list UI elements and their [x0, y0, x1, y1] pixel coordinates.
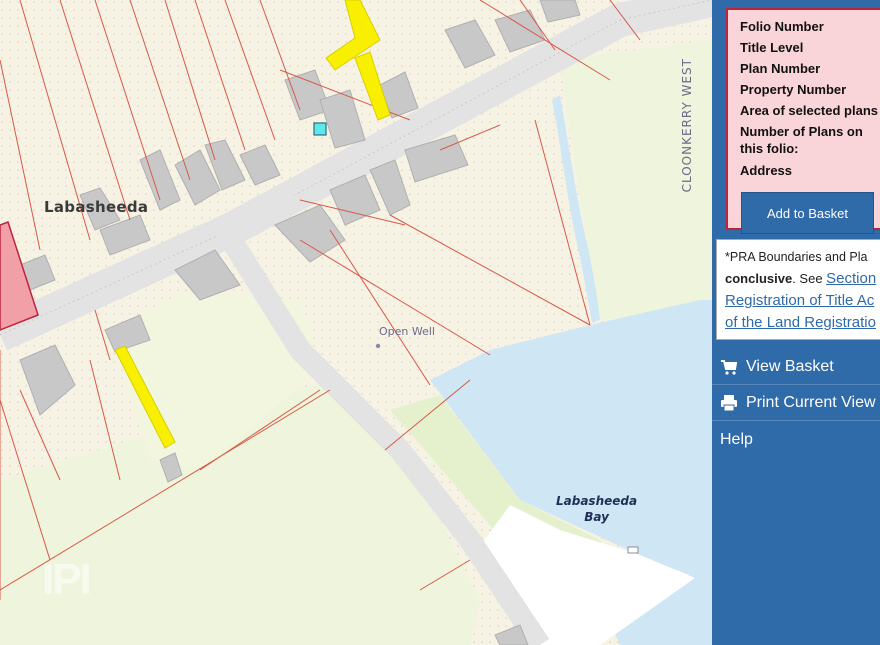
num-plans-label-line2: this folio: [740, 141, 799, 156]
help-label: Help [720, 431, 753, 448]
help-link[interactable]: Help [712, 422, 880, 458]
property-number-label: Property Number [740, 82, 847, 97]
num-plans-label-line1: Number of Plans on [740, 124, 863, 139]
address-label: Address [740, 163, 793, 178]
pier-marker [627, 546, 639, 554]
section-link[interactable]: Section [826, 270, 876, 287]
print-current-view-button[interactable]: Print Current View [712, 385, 880, 421]
cart-icon [721, 359, 738, 375]
view-basket-label: View Basket [746, 357, 834, 375]
townland-label: CLOONKERRY WEST [680, 58, 694, 193]
notice-line2: conclusive. See Section [725, 268, 880, 290]
registration-link[interactable]: Registration of Title Ac [725, 290, 880, 312]
watermark-logo: IPI [42, 555, 92, 604]
print-current-view-label: Print Current View [746, 393, 876, 411]
map-view[interactable]: Labasheeda Open Well Labasheeda Bay CLOO… [0, 0, 712, 645]
view-basket-button[interactable]: View Basket [712, 349, 880, 385]
notice-bold-text: conclusive [725, 271, 793, 286]
folio-info-box: Folio Number C Title Level F Plan Number… [726, 8, 880, 234]
printer-icon [721, 394, 737, 411]
map-canvas[interactable] [0, 0, 712, 645]
side-panel: Folio Number C Title Level F Plan Number… [712, 0, 880, 645]
title-level-label: Title Level [740, 40, 804, 55]
bay-label-line1: Labasheeda [556, 494, 638, 508]
well-point [375, 343, 381, 349]
disclaimer-notice: *PRA Boundaries and Pla conclusive. See … [716, 239, 880, 340]
bay-label-line2: Bay [584, 510, 609, 524]
town-label: Labasheeda [44, 198, 149, 216]
area-label: Area of selected plans [740, 103, 878, 118]
location-marker[interactable] [313, 122, 327, 136]
notice-see-text: . See [792, 271, 827, 286]
bay-label: Labasheeda Bay [556, 493, 637, 525]
plan-number-label: Plan Number [740, 61, 821, 76]
notice-line1: *PRA Boundaries and Pla [725, 250, 868, 264]
add-to-basket-button[interactable]: Add to Basket [741, 192, 874, 234]
folio-number-label: Folio Number [740, 19, 824, 34]
well-label: Open Well [379, 325, 435, 338]
land-registration-link[interactable]: of the Land Registratio [725, 312, 880, 334]
